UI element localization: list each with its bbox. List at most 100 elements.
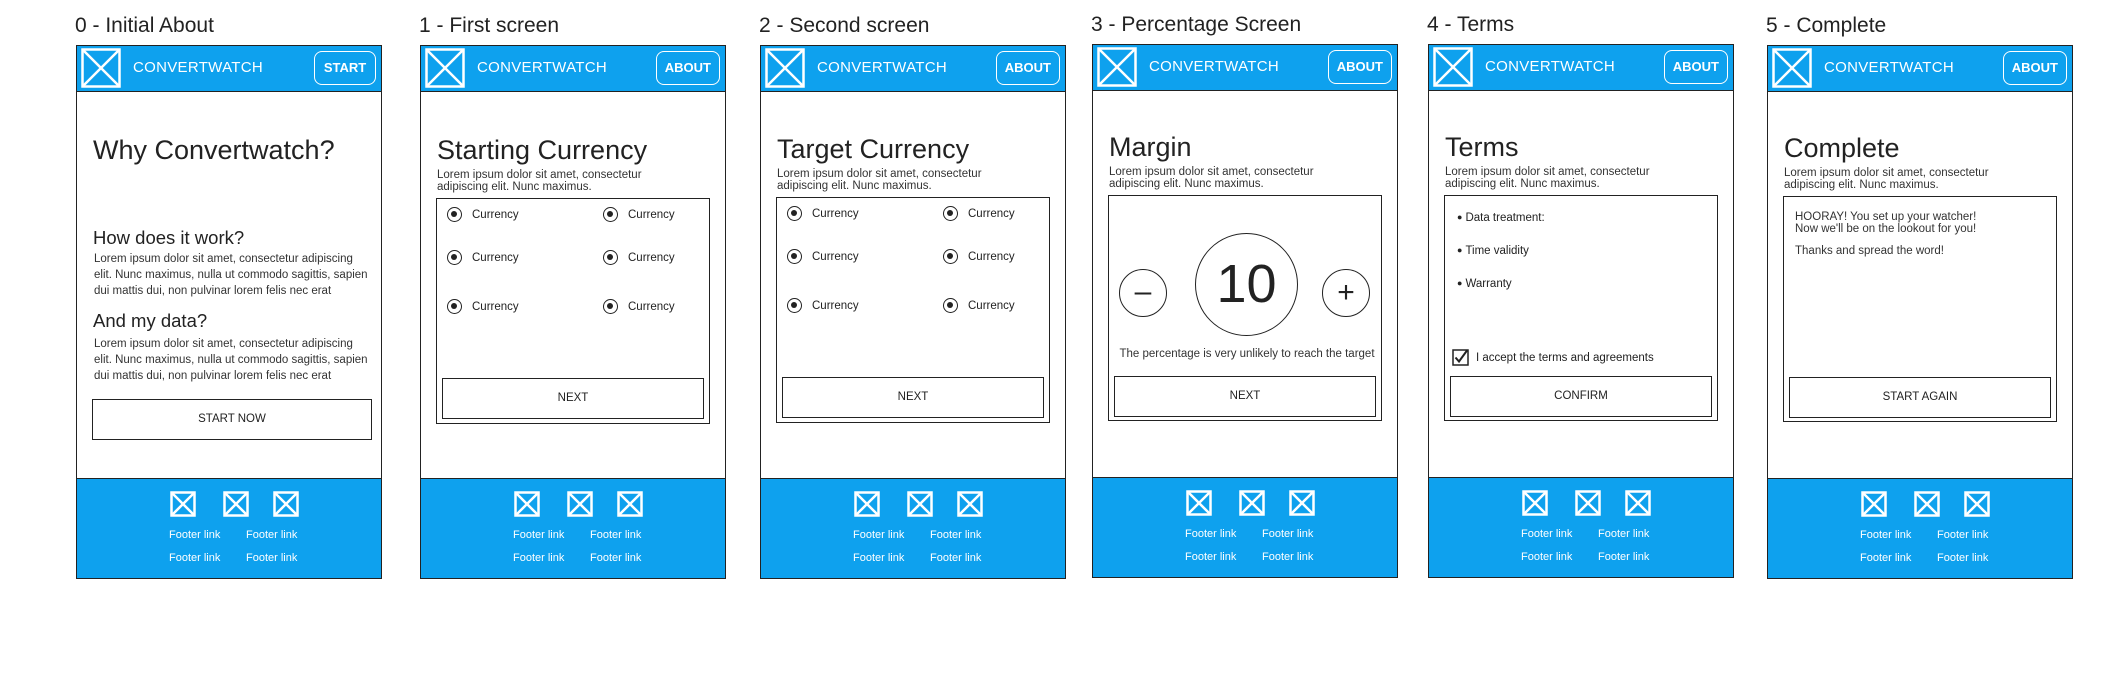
increase-button[interactable]: + — [1322, 269, 1370, 317]
page-subtitle: Lorem ipsum dolor sit amet, consectetur … — [437, 169, 642, 193]
brand-name: CONVERTWATCH — [1149, 58, 1279, 75]
currency-option[interactable]: Currency — [787, 206, 859, 221]
about-button[interactable]: ABOUT — [1663, 50, 1728, 84]
image-placeholder-icon — [957, 491, 983, 517]
image-placeholder-icon — [223, 491, 249, 517]
footer-link[interactable]: Footer link — [246, 529, 297, 541]
image-placeholder-icon — [907, 491, 933, 517]
currency-label: Currency — [968, 299, 1015, 312]
footer-link[interactable]: Footer link — [1598, 528, 1649, 540]
terms-item: Time validity — [1457, 245, 1528, 257]
app-header: CONVERTWATCH START — [77, 46, 381, 92]
about-button[interactable]: ABOUT — [2002, 51, 2067, 85]
confirm-button[interactable]: CONFIRM — [1450, 376, 1712, 417]
app-footer: Footer link Footer link Footer link Foot… — [77, 478, 381, 578]
next-button[interactable]: NEXT — [1114, 376, 1376, 417]
footer-link[interactable]: Footer link — [1598, 551, 1649, 563]
accept-terms-checkbox[interactable]: I accept the terms and agreements — [1452, 349, 1654, 366]
footer-link[interactable]: Footer link — [169, 552, 220, 564]
currency-option[interactable]: Currency — [787, 298, 859, 313]
currency-option[interactable]: Currency — [603, 207, 675, 222]
footer-link[interactable]: Footer link — [1185, 551, 1236, 563]
start-again-button[interactable]: START AGAIN — [1789, 377, 2051, 418]
currency-label: Currency — [628, 208, 675, 221]
currency-option[interactable]: Currency — [447, 299, 519, 314]
footer-link[interactable]: Footer link — [1521, 551, 1572, 563]
logo-placeholder-icon — [425, 48, 465, 88]
app-header: CONVERTWATCH ABOUT — [1768, 46, 2072, 92]
radio-icon — [603, 207, 618, 222]
terms-item: Data treatment: — [1457, 212, 1544, 224]
section-heading-how: How does it work? — [93, 227, 245, 248]
currency-label: Currency — [472, 251, 519, 264]
start-now-button[interactable]: START NOW — [92, 399, 372, 440]
image-placeholder-icon — [617, 491, 643, 517]
footer-link[interactable]: Footer link — [1937, 529, 1988, 541]
currency-label: Currency — [812, 207, 859, 220]
section-text-how: Lorem ipsum dolor sit amet, consectetur … — [94, 253, 368, 297]
about-button[interactable]: ABOUT — [655, 51, 720, 85]
footer-link[interactable]: Footer link — [590, 529, 641, 541]
page-title: Target Currency — [777, 134, 970, 164]
brand-name: CONVERTWATCH — [817, 59, 947, 76]
phone-terms: CONVERTWATCH ABOUT Terms Lorem ipsum dol… — [1428, 44, 1734, 578]
footer-link[interactable]: Footer link — [513, 529, 564, 541]
currency-option[interactable]: Currency — [447, 250, 519, 265]
footer-link[interactable]: Footer link — [513, 552, 564, 564]
footer-link[interactable]: Footer link — [169, 529, 220, 541]
footer-link[interactable]: Footer link — [1860, 552, 1911, 564]
footer-link[interactable]: Footer link — [1262, 528, 1313, 540]
image-placeholder-icon — [1289, 490, 1315, 516]
image-placeholder-icon — [1239, 490, 1265, 516]
page-title: Starting Currency — [437, 135, 648, 165]
footer-link[interactable]: Footer link — [930, 552, 981, 564]
footer-link[interactable]: Footer link — [930, 529, 981, 541]
currency-option[interactable]: Currency — [603, 250, 675, 265]
image-placeholder-icon — [514, 491, 540, 517]
app-footer: Footer link Footer link Footer link Foot… — [1768, 478, 2072, 578]
terms-panel: Data treatment: Time validity Warranty I… — [1444, 195, 1718, 421]
footer-link[interactable]: Footer link — [1521, 528, 1572, 540]
radio-icon — [787, 249, 802, 264]
currency-selector: Currency Currency Currency Currency Curr… — [436, 198, 710, 424]
next-button[interactable]: NEXT — [442, 378, 704, 419]
image-placeholder-icon — [1964, 491, 1990, 517]
complete-message-line2: Now we'll be on the lookout for you! — [1795, 223, 1977, 235]
about-button[interactable]: ABOUT — [995, 51, 1060, 85]
footer-link[interactable]: Footer link — [1185, 528, 1236, 540]
about-button[interactable]: ABOUT — [1327, 50, 1392, 84]
logo-placeholder-icon — [1772, 48, 1812, 88]
footer-link[interactable]: Footer link — [853, 552, 904, 564]
footer-link[interactable]: Footer link — [246, 552, 297, 564]
radio-icon — [447, 250, 462, 265]
image-placeholder-icon — [273, 491, 299, 517]
currency-option[interactable]: Currency — [787, 249, 859, 264]
image-placeholder-icon — [170, 491, 196, 517]
image-placeholder-icon — [1625, 490, 1651, 516]
radio-icon — [603, 299, 618, 314]
currency-label: Currency — [628, 300, 675, 313]
image-placeholder-icon — [1522, 490, 1548, 516]
footer-link[interactable]: Footer link — [590, 552, 641, 564]
currency-label: Currency — [628, 251, 675, 264]
image-placeholder-icon — [567, 491, 593, 517]
logo-placeholder-icon — [81, 48, 121, 88]
currency-option[interactable]: Currency — [943, 206, 1015, 221]
currency-label: Currency — [812, 250, 859, 263]
footer-link[interactable]: Footer link — [1937, 552, 1988, 564]
app-header: CONVERTWATCH ABOUT — [421, 46, 725, 92]
currency-option[interactable]: Currency — [943, 298, 1015, 313]
footer-link[interactable]: Footer link — [853, 529, 904, 541]
next-button[interactable]: NEXT — [782, 377, 1044, 418]
logo-placeholder-icon — [1097, 47, 1137, 87]
currency-option[interactable]: Currency — [603, 299, 675, 314]
currency-option[interactable]: Currency — [943, 249, 1015, 264]
page-title: Margin — [1109, 132, 1192, 162]
footer-link[interactable]: Footer link — [1860, 529, 1911, 541]
margin-value: 10 — [1195, 233, 1298, 336]
currency-option[interactable]: Currency — [447, 207, 519, 222]
footer-link[interactable]: Footer link — [1262, 551, 1313, 563]
decrease-button[interactable]: – — [1119, 269, 1167, 317]
start-button[interactable]: START — [314, 51, 376, 85]
image-placeholder-icon — [1914, 491, 1940, 517]
